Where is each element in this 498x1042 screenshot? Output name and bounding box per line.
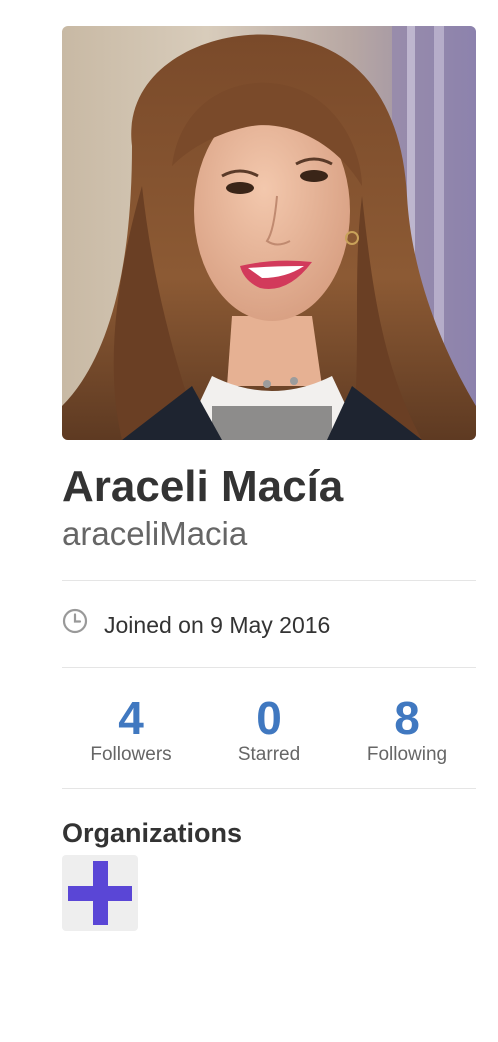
followers-stat-link[interactable]: 4 Followers: [62, 689, 200, 767]
organizations-heading: Organizations: [62, 818, 243, 848]
user-fullname: Araceli Macía: [62, 462, 344, 511]
organizations-list: [62, 855, 476, 931]
avatar-photo-image: [62, 26, 476, 440]
followers-count: 4: [118, 692, 144, 744]
join-date-row: Joined on 9 May 2016: [62, 581, 476, 667]
starred-label: Starred: [237, 744, 301, 765]
following-count: 8: [394, 692, 420, 744]
following-stat-link[interactable]: 8 Following: [338, 689, 476, 767]
divider: [62, 788, 476, 789]
join-date-text: Joined on 9 May 2016: [104, 612, 331, 638]
clock-icon: [62, 608, 88, 634]
user-username: araceliMacia: [62, 515, 248, 552]
starred-stat-link[interactable]: 0 Starred: [200, 689, 338, 767]
profile-sidebar: Araceli Macía araceliMacia Joined on 9 M…: [62, 26, 476, 931]
user-avatar[interactable]: [62, 26, 476, 440]
followers-label: Followers: [90, 744, 172, 765]
following-label: Following: [366, 744, 448, 765]
purple-plus-icon: [68, 861, 132, 925]
organization-avatar-link[interactable]: [62, 855, 138, 931]
starred-count: 0: [256, 692, 282, 744]
user-stats: 4 Followers 0 Starred 8 Following: [62, 668, 476, 788]
